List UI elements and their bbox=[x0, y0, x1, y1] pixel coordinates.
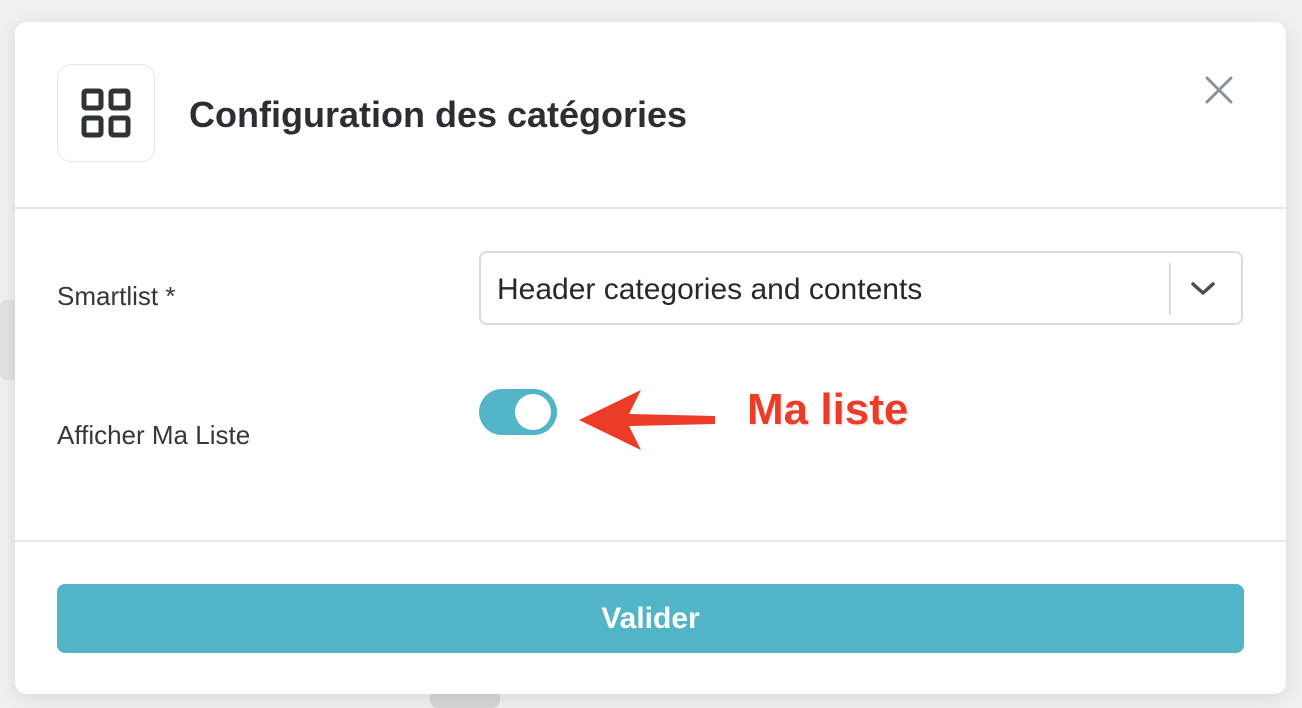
annotation-label: Ma liste bbox=[747, 385, 909, 434]
modal-title: Configuration des catégories bbox=[189, 94, 688, 135]
chevron-down-icon[interactable] bbox=[1185, 273, 1221, 305]
show-my-list-toggle[interactable] bbox=[479, 389, 557, 435]
close-icon bbox=[1205, 76, 1233, 104]
select-divider bbox=[1169, 263, 1171, 315]
toggle-knob bbox=[515, 394, 551, 430]
modal-body: Smartlist * Header categories and conten… bbox=[15, 209, 1286, 542]
smartlist-selected-value: Header categories and contents bbox=[497, 273, 923, 306]
annotation-arrow-icon bbox=[579, 390, 715, 450]
grid-icon bbox=[81, 88, 131, 138]
show-my-list-label: Afficher Ma Liste bbox=[57, 420, 251, 450]
close-button[interactable] bbox=[1201, 72, 1237, 108]
header-icon-box bbox=[57, 64, 155, 162]
category-config-modal: Configuration des catégories Smartlist *… bbox=[15, 22, 1286, 694]
submit-button[interactable]: Valider bbox=[57, 584, 1244, 653]
smartlist-label: Smartlist * bbox=[57, 281, 176, 311]
modal-header: Configuration des catégories bbox=[15, 22, 1286, 209]
smartlist-select[interactable]: Header categories and contents bbox=[479, 251, 1243, 325]
